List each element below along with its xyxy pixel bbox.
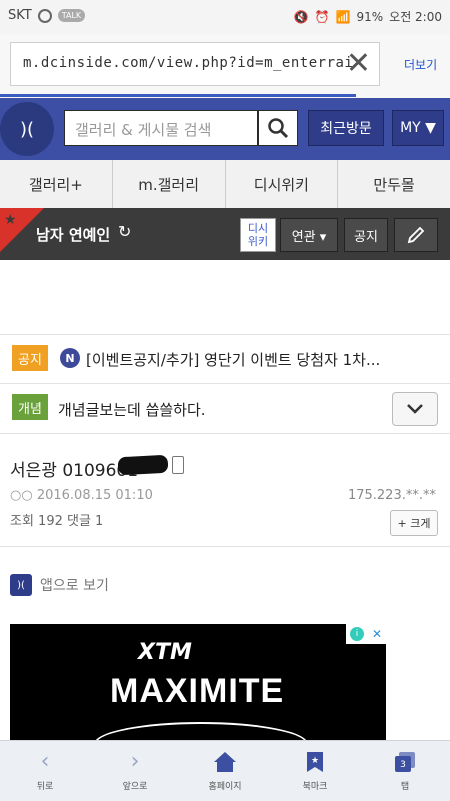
notification-icon — [37, 8, 52, 23]
concept-row[interactable]: 개념 개념글보는데 씁쓸하다. — [0, 384, 450, 434]
tabs-icon: 3 — [395, 751, 415, 772]
status-bar: SKT TALK 🔇 ⏰ 📶 91% 오전 2:00 — [0, 0, 450, 34]
tabs-label: 탭 — [400, 781, 410, 792]
notice-tag: 공지 — [12, 345, 48, 371]
notice-title[interactable]: [이벤트공지/추가] 영단기 이벤트 당첨자 1차... — [86, 349, 436, 370]
ad-brand: XTM — [138, 640, 192, 665]
search-button[interactable] — [258, 110, 298, 146]
ad-title: MAXIMITE — [110, 672, 285, 710]
main-nav: 갤러리+ m.갤러리 디시위키 만두몰 — [0, 160, 450, 209]
alarm-icon: ⏰ — [314, 9, 330, 24]
forward-button[interactable]: › 앞으로 — [90, 741, 180, 801]
redaction-mark — [117, 454, 169, 476]
bookmark-button[interactable]: ★ 북마크 — [270, 741, 360, 801]
ad-choices[interactable]: i ✕ — [346, 624, 386, 644]
site-header: )( 갤러리 & 게시물 검색 최근방문 MY ▼ — [0, 98, 450, 160]
app-icon: )( — [10, 574, 32, 596]
dcinside-logo[interactable]: )( — [0, 102, 54, 156]
clock: 오전 2:00 — [389, 10, 442, 24]
address-bar: m.dcinside.com/view.php?id=m_enterrai ✕ … — [0, 34, 450, 99]
search-icon — [268, 118, 289, 139]
bookmark-icon: ★ — [307, 751, 323, 772]
bookmark-label: 북마크 — [302, 781, 328, 792]
carrier-label: SKT — [8, 8, 32, 23]
home-icon — [214, 751, 236, 772]
wifi-icon: 📶 — [335, 9, 351, 24]
home-button[interactable]: 홈페이지 — [180, 741, 270, 801]
browser-toolbar: ‹ 뒤로 › 앞으로 홈페이지 ★ 북마크 3 탭 — [0, 740, 450, 801]
gallery-bar: ★ 남자 연예인 ↻ 디시 위키 연관 ▾ 공지 — [0, 208, 450, 260]
nav-mandumall[interactable]: 만두몰 — [338, 160, 450, 208]
mobile-icon — [172, 456, 184, 474]
url-field[interactable]: m.dcinside.com/view.php?id=m_enterrai ✕ — [10, 42, 380, 86]
back-button[interactable]: ‹ 뒤로 — [0, 741, 90, 801]
notice-button[interactable]: 공지 — [344, 218, 388, 252]
search-input[interactable]: 갤러리 & 게시물 검색 — [64, 110, 258, 146]
ad-info-icon[interactable]: i — [349, 627, 364, 641]
ad-graphic — [94, 722, 308, 740]
post-author-date: ○○ 2016.08.15 01:10 — [10, 488, 153, 503]
home-label: 홈페이지 — [208, 781, 242, 792]
refresh-icon[interactable]: ↻ — [118, 222, 131, 241]
mute-icon: 🔇 — [293, 9, 309, 24]
write-button[interactable] — [394, 218, 438, 252]
my-menu-button[interactable]: MY ▼ — [392, 110, 444, 146]
forward-chevron-icon: › — [130, 748, 140, 774]
star-icon[interactable]: ★ — [4, 212, 17, 228]
notice-row[interactable]: 공지 N [이벤트공지/추가] 영단기 이벤트 당첨자 1차... — [0, 334, 450, 384]
url-text: m.dcinside.com/view.php?id=m_enterrai — [23, 55, 354, 71]
post-stats: 조회 192 댓글 1 — [10, 514, 104, 529]
recent-visits-button[interactable]: 최근방문 — [308, 110, 384, 146]
back-label: 뒤로 — [36, 781, 54, 792]
nav-dcwiki[interactable]: 디시위키 — [226, 160, 339, 208]
post-ip: 175.223.**.** — [347, 488, 436, 503]
dcwiki-button[interactable]: 디시 위키 — [240, 218, 276, 252]
tab-count: 3 — [400, 760, 406, 770]
new-badge: N — [60, 348, 80, 368]
back-chevron-icon: ‹ — [40, 748, 50, 774]
open-in-app-label: 앱으로 보기 — [40, 578, 109, 594]
dcwiki-label-line2: 위키 — [247, 235, 269, 248]
post-author: ○○ — [10, 488, 33, 503]
tabs-button[interactable]: 3 탭 — [360, 741, 450, 801]
gallery-name[interactable]: 남자 연예인 — [36, 224, 110, 245]
battery-level: 91% — [356, 9, 384, 24]
advertisement[interactable]: i ✕ XTM MAXIMITE — [10, 624, 386, 740]
svg-text:★: ★ — [311, 756, 319, 766]
page-load-progress — [0, 94, 356, 97]
ad-close-icon[interactable]: ✕ — [372, 627, 382, 641]
concept-tag: 개념 — [12, 394, 48, 420]
pencil-icon — [407, 226, 425, 244]
concept-title[interactable]: 개념글보는데 씁쓸하다. — [58, 399, 206, 420]
forward-label: 앞으로 — [122, 781, 148, 792]
open-in-app[interactable]: )( 앱으로 보기 — [10, 572, 109, 598]
dcwiki-label-line1: 디시 — [247, 222, 269, 235]
nav-m-gallery[interactable]: m.갤러리 — [113, 160, 226, 208]
post-header: 서은광 0109601 ○○ 2016.08.15 01:10 175.223.… — [0, 446, 450, 547]
nav-gallery-plus[interactable]: 갤러리+ — [0, 160, 113, 208]
post-date: 2016.08.15 01:10 — [36, 488, 153, 503]
related-dropdown[interactable]: 연관 ▾ — [280, 218, 338, 252]
more-button[interactable]: 더보기 — [404, 56, 437, 73]
kakaotalk-icon: TALK — [57, 9, 86, 22]
chevron-down-icon — [407, 404, 423, 414]
clear-url-icon[interactable]: ✕ — [346, 49, 371, 79]
expand-button[interactable] — [392, 392, 438, 426]
enlarge-text-button[interactable]: + 크게 — [390, 510, 438, 536]
